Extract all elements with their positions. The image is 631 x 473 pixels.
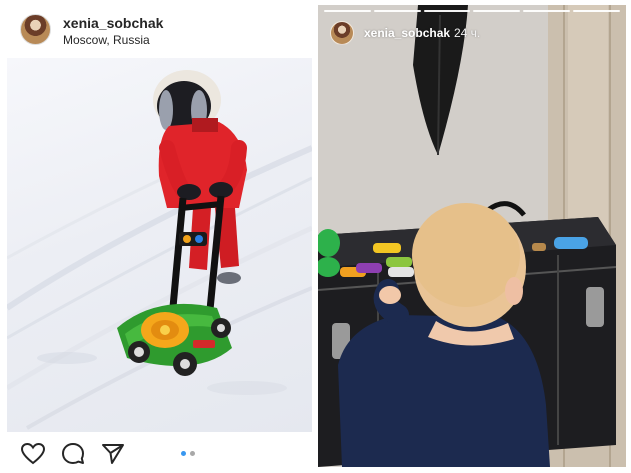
post-header: xenia_sobchak Moscow, Russia [0,0,316,58]
carousel-dot[interactable] [190,451,195,456]
snow-scene-illustration [7,70,312,430]
heart-outline-icon[interactable] [20,441,46,467]
post-location[interactable]: Moscow, Russia [63,33,150,47]
story-progress-segment [473,10,521,12]
story-progress-segment [573,10,620,12]
instagram-story[interactable]: xenia_sobchak 24 ч. [318,5,626,467]
comment-bubble-icon[interactable] [60,441,86,467]
story-progress-segment [423,10,471,12]
post-photo-snow-lawnmower[interactable] [7,58,312,432]
story-progress-segment [373,10,421,12]
story-progress-segment [523,10,571,12]
instagram-post: xenia_sobchak Moscow, Russia [0,0,316,473]
story-timestamp: 24 ч. [454,26,481,40]
paper-plane-icon[interactable] [100,441,126,467]
carousel-dot-active[interactable] [181,451,186,456]
story-progress-bar [324,10,620,12]
post-username[interactable]: xenia_sobchak [63,15,163,31]
post-action-bar [0,436,316,473]
story-photo-boy-cars [318,5,626,467]
story-username[interactable]: xenia_sobchak [364,26,450,40]
story-user-avatar[interactable] [330,21,354,45]
story-progress-segment [324,10,371,12]
user-avatar[interactable] [20,14,51,45]
